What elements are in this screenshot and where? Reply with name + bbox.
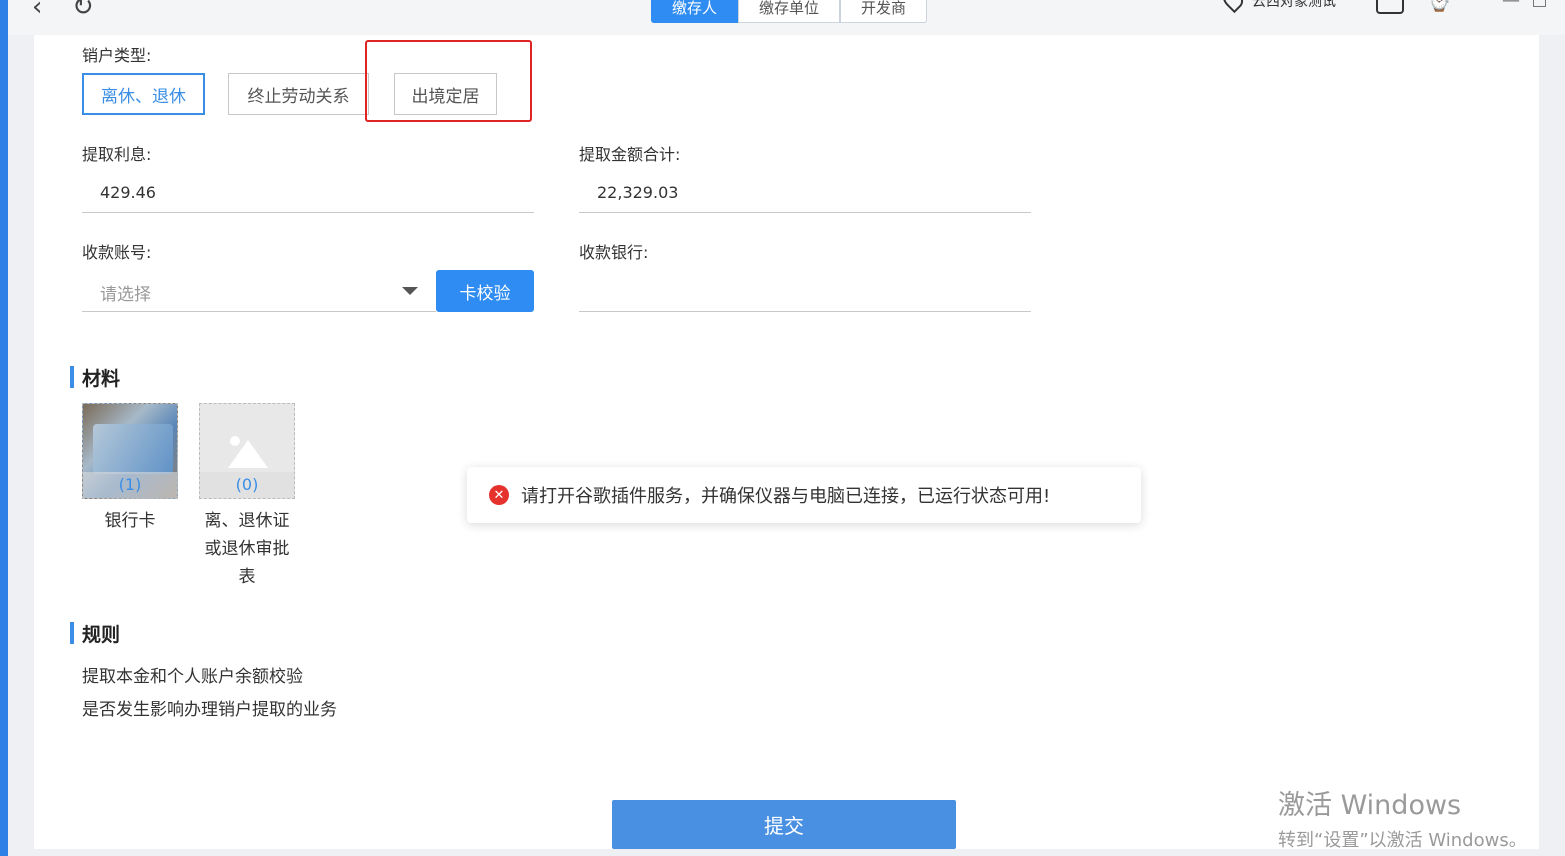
maximize-icon[interactable] [1533, 0, 1546, 7]
type-terminate-button[interactable]: 终止劳动关系 [228, 73, 369, 115]
tab-depositor[interactable]: 缴存人 [651, 0, 739, 23]
minimize-icon[interactable]: — [1502, 0, 1520, 11]
total-label: 提取金额合计: [579, 145, 681, 164]
watermark-title: 激活 Windows [1278, 790, 1462, 821]
toast-message: 请打开谷歌插件服务，并确保仪器与电脑已连接，已运行状态可用! [521, 486, 1051, 507]
rule-item: 提取本金和个人账户余额校验 [82, 667, 303, 687]
submit-button[interactable]: 提交 [612, 800, 956, 849]
cancel-type-label: 销户类型: [82, 46, 152, 65]
bank-card-caption: 银行卡 [82, 507, 178, 535]
location-pin-icon [1218, 0, 1248, 14]
tab-unit[interactable]: 缴存单位 [738, 0, 841, 23]
account-underline [82, 311, 436, 312]
interest-field[interactable]: 429.46 [100, 183, 156, 202]
schedule-icon[interactable]: ⌚ [1428, 0, 1450, 13]
refresh-icon[interactable]: ↻ [72, 0, 94, 22]
rule-item: 是否发生影响办理销户提取的业务 [82, 700, 337, 720]
caption-line: 银行卡 [104, 511, 156, 531]
monitor-icon[interactable] [1376, 0, 1404, 14]
rules-title: 规则 [69, 620, 120, 647]
materials-title: 材料 [69, 364, 120, 391]
retirement-cert-thumbnail[interactable]: (0) [199, 403, 295, 499]
chevron-down-icon[interactable] [402, 287, 418, 295]
interest-underline [82, 212, 534, 213]
app-frame: ‹ ↻ 缴存人 缴存单位 开发商 云西对象测试 ⌚ — 销户类型: 离休、退休 … [8, 0, 1565, 856]
caption-line: 离、退休证 [204, 511, 290, 531]
interest-label: 提取利息: [82, 145, 152, 164]
highlight-annotation-box [365, 40, 532, 122]
caption-line: 表 [238, 567, 256, 587]
caption-line: 或退休审批 [204, 539, 290, 559]
location-selector[interactable]: 云西对象测试 [1218, 0, 1336, 14]
bank-underline [579, 311, 1031, 312]
account-label: 收款账号: [82, 243, 152, 262]
bank-label: 收款银行: [579, 243, 649, 262]
bank-card-count: (1) [83, 472, 177, 498]
type-retire-button[interactable]: 离休、退休 [82, 73, 205, 115]
total-underline [579, 212, 1031, 213]
watermark-subtitle: 转到“设置”以激活 Windows。 [1278, 830, 1527, 851]
retirement-cert-caption: 离、退休证 或退休审批 表 [190, 507, 304, 591]
total-field[interactable]: 22,329.03 [597, 183, 678, 202]
bank-card-thumbnail[interactable]: (1) [82, 403, 178, 499]
error-toast: ✕ 请打开谷歌插件服务，并确保仪器与电脑已连接，已运行状态可用! [467, 467, 1141, 523]
form-panel: 销户类型: 离休、退休 终止劳动关系 出境定居 提取利息: 429.46 提取金… [34, 35, 1539, 852]
role-tabs: 缴存人 缴存单位 开发商 [651, 0, 928, 23]
card-verify-button[interactable]: 卡校验 [436, 270, 534, 312]
mountain-icon [228, 440, 268, 468]
account-select[interactable]: 请选择 [100, 280, 151, 305]
error-icon: ✕ [489, 485, 509, 505]
windows-activation-watermark: 激活 Windows 转到“设置”以激活 Windows。 [1278, 783, 1527, 852]
location-text: 云西对象测试 [1252, 0, 1336, 10]
retirement-cert-count: (0) [200, 472, 294, 498]
right-scroll-gutter [1539, 35, 1565, 856]
tab-developer[interactable]: 开发商 [840, 0, 928, 23]
back-arrow-icon[interactable]: ‹ [32, 0, 42, 22]
bank-card-image [93, 424, 173, 474]
top-bar: ‹ ↻ 缴存人 缴存单位 开发商 云西对象测试 ⌚ — [8, 0, 1565, 35]
